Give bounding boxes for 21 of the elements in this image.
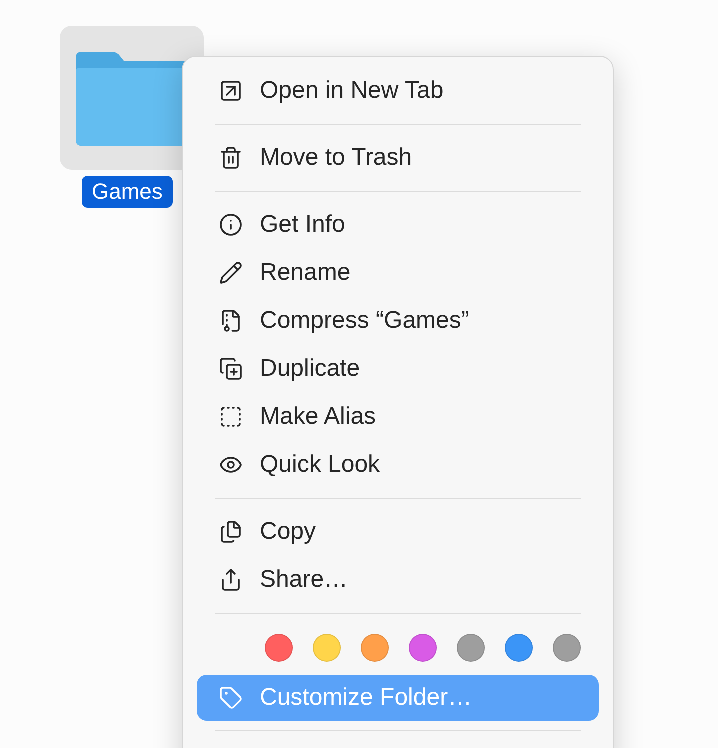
- arrow-square-icon: [219, 79, 243, 103]
- info-icon: [219, 213, 243, 237]
- menu-item[interactable]: Get Info: [197, 201, 599, 249]
- duplicate-icon: [219, 357, 243, 381]
- menu-item[interactable]: Quick Look: [197, 441, 599, 489]
- trash-icon: [219, 146, 243, 170]
- folder-name[interactable]: Games: [82, 176, 173, 208]
- menu-item[interactable]: Make Alias: [197, 393, 599, 441]
- tag-icon: [219, 686, 243, 710]
- copy-icon: [219, 520, 243, 544]
- menu-item[interactable]: Share…: [197, 556, 599, 604]
- menu-item[interactable]: Copy: [197, 508, 599, 556]
- dashed-square-icon: [219, 405, 243, 429]
- menu-item[interactable]: Open in New Tab: [197, 67, 599, 115]
- menu-item[interactable]: Move to Trash: [197, 134, 599, 182]
- menu-item[interactable]: Rename: [197, 249, 599, 297]
- share-icon: [219, 568, 243, 592]
- menu-item[interactable]: Compress “Games”: [197, 297, 599, 345]
- archive-icon: [219, 309, 243, 333]
- menu-item[interactable]: Duplicate: [197, 345, 599, 393]
- pencil-icon: [219, 261, 243, 285]
